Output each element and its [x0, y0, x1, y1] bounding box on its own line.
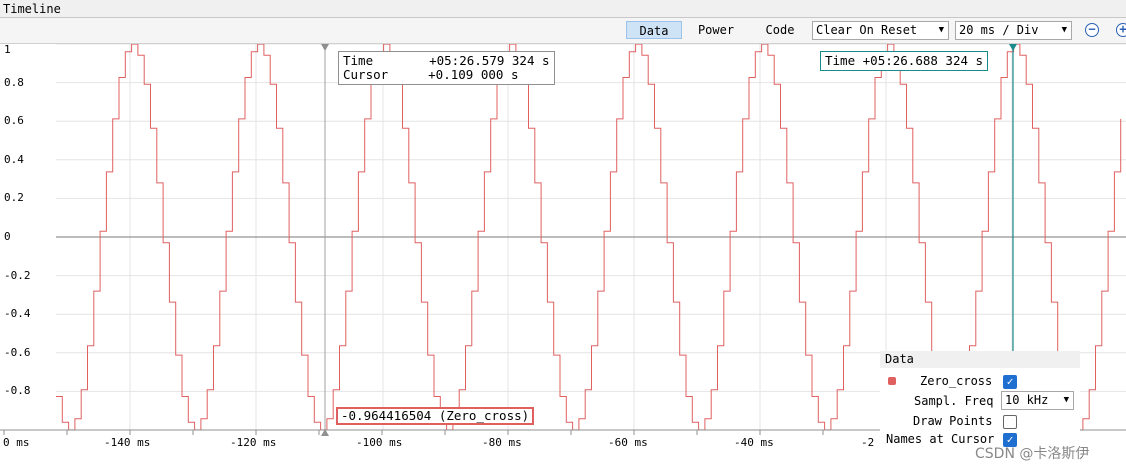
signal-name: Zero_cross: [920, 374, 993, 388]
sampl-freq-label: Sampl. Freq: [914, 394, 994, 408]
x-tick-label: -140 ms: [104, 436, 151, 449]
value-tooltip-text: -0.964416504 (Zero_cross): [341, 408, 530, 423]
value-tooltip: -0.964416504 (Zero_cross): [336, 407, 535, 425]
y-tick-label: 1: [4, 43, 11, 56]
tab-data[interactable]: Data: [626, 21, 682, 39]
draw-points-checkbox[interactable]: [1003, 415, 1017, 429]
signal-color-swatch: [888, 377, 896, 385]
data-panel-title: Data: [880, 351, 1080, 368]
reset-mode-select[interactable]: Clear On Reset ▼: [812, 21, 949, 40]
cursor-tooltip: Time +05:26.579 324 s Cursor +0.109 000 s: [338, 51, 555, 85]
time-div-value: 20 ms / Div: [959, 23, 1039, 37]
chevron-down-icon: ▼: [1063, 395, 1069, 405]
y-tick-label: -0.8: [4, 384, 31, 398]
y-tick-label: -0.4: [4, 307, 31, 321]
time-div-select[interactable]: 20 ms / Div ▼: [955, 21, 1072, 40]
signal-checkbox[interactable]: ✓: [1003, 375, 1017, 389]
y-tick-label: 0.2: [4, 191, 24, 205]
y-tick-label: -0.2: [4, 268, 31, 282]
cursor-tooltip-cursor-value: +0.109 000 s: [428, 67, 519, 82]
cursor-tooltip-cursor-label: Cursor: [343, 67, 389, 82]
tab-power[interactable]: Power: [688, 21, 744, 39]
cursor-tooltip-time-value: +05:26.579 324 s: [429, 53, 550, 68]
watermark: CSDN @卡洛斯伊: [975, 446, 1090, 462]
cursor-tooltip-time-label: Time: [343, 53, 374, 68]
reset-mode-value: Clear On Reset: [816, 23, 918, 37]
x-tick-label: -40 ms: [734, 436, 774, 449]
time-cursor-tooltip: Time +05:26.688 324 s: [820, 51, 989, 71]
x-tick-label: -60 ms: [608, 436, 648, 449]
check-icon: ✓: [1006, 375, 1014, 388]
sampl-freq-value: 10 kHz: [1005, 393, 1049, 407]
window-titlebar: Timeline: [0, 0, 1126, 18]
chevron-down-icon: ▼: [1061, 25, 1067, 35]
x-tick-label: 0 ms: [3, 436, 30, 449]
y-tick-label: 0.6: [4, 114, 24, 128]
x-tick-label: -2: [861, 436, 875, 449]
x-tick-label: -120 ms: [230, 436, 277, 449]
plus-icon: +: [1119, 22, 1126, 36]
chevron-down-icon: ▼: [938, 25, 944, 35]
y-tick-label: 0.4: [4, 152, 24, 166]
sampl-freq-select[interactable]: 10 kHz ▼: [1001, 391, 1074, 410]
data-panel: Data Zero_cross ✓ Sampl. Freq 10 kHz ▼ D…: [880, 351, 1080, 455]
zoom-out-button[interactable]: −: [1085, 23, 1099, 37]
y-tick-label: 0: [4, 230, 11, 243]
y-tick-label: -0.6: [4, 345, 31, 359]
tab-code[interactable]: Code: [752, 21, 808, 39]
minus-icon: −: [1088, 22, 1096, 36]
draw-points-label: Draw Points: [913, 414, 993, 428]
zoom-in-button[interactable]: +: [1116, 23, 1126, 37]
x-tick-label: -80 ms: [482, 436, 522, 449]
time-tooltip-label: Time: [825, 53, 856, 68]
time-tooltip-value: +05:26.688 324 s: [862, 53, 984, 68]
y-tick-label: 0.8: [4, 75, 24, 89]
toolbar: Data Power Code Clear On Reset ▼ 20 ms /…: [0, 18, 1126, 44]
x-tick-label: -100 ms: [356, 436, 403, 449]
window-title: Timeline: [3, 2, 61, 16]
